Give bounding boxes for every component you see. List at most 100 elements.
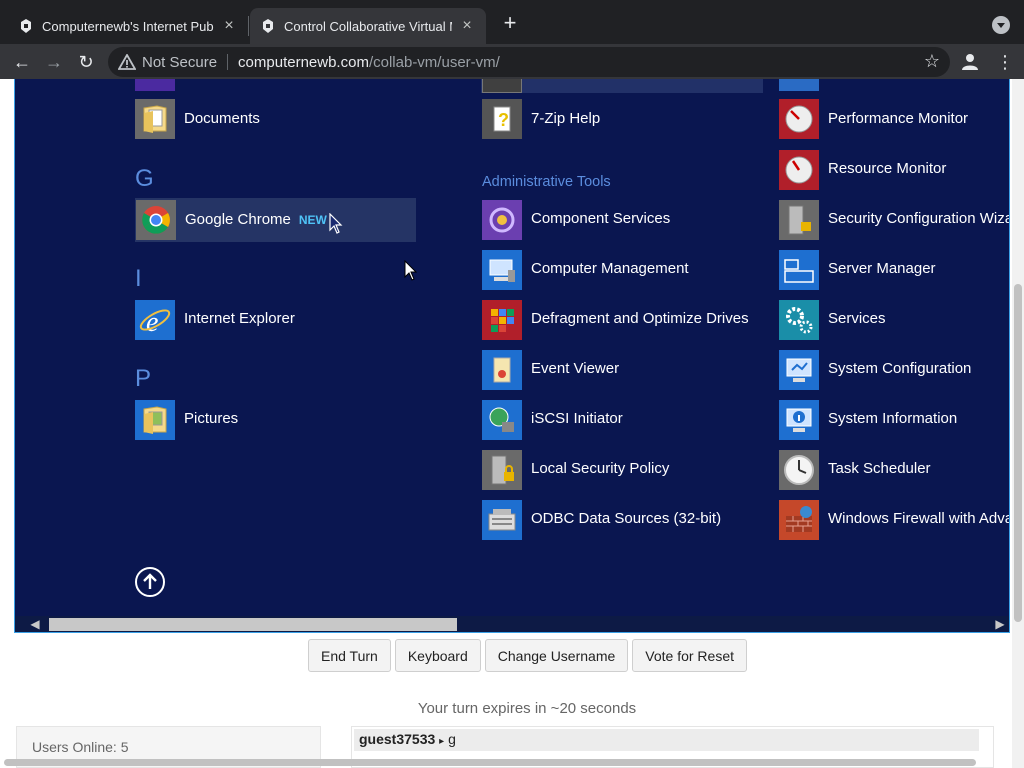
- chat-separator-icon: ▸: [439, 736, 445, 747]
- iscsi-initiator-tile[interactable]: [482, 400, 522, 440]
- users-online-count: Users Online: 5: [32, 739, 129, 755]
- app-label-defragment[interactable]: Defragment and Optimize Drives: [531, 310, 749, 327]
- computernewb-favicon-icon: [263, 19, 273, 33]
- keyboard-button[interactable]: Keyboard: [394, 639, 481, 672]
- account-avatar-icon[interactable]: [960, 52, 980, 72]
- address-bar[interactable]: Not Secure computernewb.com/collab-vm/us…: [108, 47, 950, 77]
- app-label-windows-firewall[interactable]: Windows Firewall with Advanced Security: [828, 510, 1009, 527]
- defragment-tile[interactable]: [482, 300, 522, 340]
- warning-triangle-icon: [118, 54, 136, 70]
- back-arrow-icon[interactable]: ←: [10, 50, 34, 74]
- vote-for-reset-button[interactable]: Vote for Reset: [632, 639, 747, 672]
- services-tile[interactable]: [779, 300, 819, 340]
- app-label-resource-monitor[interactable]: Resource Monitor: [828, 160, 946, 177]
- app-label-performance-monitor[interactable]: Performance Monitor: [828, 110, 968, 127]
- app-label-iscsi-initiator[interactable]: iSCSI Initiator: [531, 410, 623, 427]
- scroll-right-arrow-icon[interactable]: ▶: [990, 616, 1009, 632]
- resource-monitor-icon: [785, 156, 813, 184]
- vm-horizontal-scrollbar[interactable]: ◀ ▶: [15, 616, 1009, 632]
- computer-management-icon: [489, 259, 515, 282]
- help-file-icon: ?: [493, 106, 511, 132]
- change-username-button[interactable]: Change Username: [484, 639, 629, 672]
- app-label-documents[interactable]: Documents: [184, 110, 260, 127]
- partial-app-tile[interactable]: [482, 79, 522, 93]
- app-label-odbc[interactable]: ODBC Data Sources (32-bit): [531, 510, 721, 527]
- page-scrollbar-thumb[interactable]: [1014, 284, 1022, 622]
- app-label-system-configuration[interactable]: System Configuration: [828, 360, 971, 377]
- event-viewer-tile[interactable]: [482, 350, 522, 390]
- component-services-tile[interactable]: [482, 200, 522, 240]
- app-label-internet-explorer[interactable]: Internet Explorer: [184, 310, 295, 327]
- app-label-security-configuration-wizard[interactable]: Security Configuration Wizard: [828, 210, 1009, 227]
- group-title-administrative-tools[interactable]: Administrative Tools: [482, 174, 611, 190]
- 7zip-help-tile[interactable]: ?: [482, 99, 522, 139]
- app-label-local-security-policy[interactable]: Local Security Policy: [531, 460, 669, 477]
- task-scheduler-icon: [784, 455, 814, 485]
- documents-tile[interactable]: [135, 99, 175, 139]
- performance-monitor-icon: [785, 105, 813, 133]
- end-turn-button[interactable]: End Turn: [308, 639, 391, 672]
- defragment-icon: [491, 309, 514, 332]
- browser-menu-icon[interactable]: ⋮: [996, 50, 1014, 74]
- task-scheduler-tile[interactable]: [779, 450, 819, 490]
- browser-tab-strip: Computernewb's Internet Pub × Control Co…: [0, 0, 1024, 44]
- section-letter-p[interactable]: P: [135, 365, 151, 393]
- computer-management-tile[interactable]: [482, 250, 522, 290]
- windows-firewall-tile[interactable]: [779, 500, 819, 540]
- browser-tab-collabvm[interactable]: Control Collaborative Virtual M ×: [250, 8, 486, 44]
- app-label-text: Google Chrome: [185, 211, 291, 228]
- app-label-pictures[interactable]: Pictures: [184, 410, 238, 427]
- app-label-server-manager[interactable]: Server Manager: [828, 260, 936, 277]
- vm-display-frame: Documents G Google Chrome NEW I e Interne…: [14, 79, 1010, 633]
- chat-message: guest37533 ▸ g: [354, 729, 979, 751]
- google-chrome-tile[interactable]: [136, 200, 176, 240]
- iscsi-icon: [489, 407, 514, 432]
- app-label-services[interactable]: Services: [828, 310, 886, 327]
- security-configuration-wizard-tile[interactable]: [779, 200, 819, 240]
- app-label-component-services[interactable]: Component Services: [531, 210, 670, 227]
- local-security-policy-tile[interactable]: [482, 450, 522, 490]
- reload-icon[interactable]: ↻: [74, 50, 98, 74]
- page-horizontal-scrollbar[interactable]: [0, 756, 1010, 768]
- url-divider: [227, 54, 229, 70]
- page-vertical-scrollbar[interactable]: [1012, 79, 1024, 768]
- partial-app-tile[interactable]: [779, 79, 819, 91]
- partial-selected-row[interactable]: [481, 79, 763, 93]
- forward-arrow-icon[interactable]: →: [42, 50, 66, 74]
- close-tab-icon[interactable]: ×: [458, 17, 476, 35]
- new-tab-button[interactable]: +: [498, 12, 522, 36]
- tab-search-chevron-icon[interactable]: [992, 16, 1010, 34]
- scroll-left-arrow-icon[interactable]: ◀: [25, 616, 45, 632]
- app-label-event-viewer[interactable]: Event Viewer: [531, 360, 619, 377]
- chrome-icon: [142, 206, 170, 234]
- browser-toolbar: ← → ↻ Not Secure computernewb.com/collab…: [0, 44, 1024, 79]
- folder-icon: [143, 406, 167, 434]
- system-configuration-tile[interactable]: [779, 350, 819, 390]
- scroll-up-arrow-icon[interactable]: [135, 567, 165, 597]
- vm-scrollbar-thumb[interactable]: [49, 618, 457, 631]
- app-label-google-chrome[interactable]: Google Chrome NEW: [185, 211, 327, 228]
- not-secure-label[interactable]: Not Secure: [142, 54, 217, 71]
- page-horizontal-scrollbar-thumb[interactable]: [4, 759, 976, 766]
- resource-monitor-tile[interactable]: [779, 150, 819, 190]
- bookmark-star-icon[interactable]: ☆: [924, 51, 940, 72]
- app-label-computer-management[interactable]: Computer Management: [531, 260, 689, 277]
- app-label-7zip-help[interactable]: 7-Zip Help: [531, 110, 600, 127]
- chat-username: guest37533: [359, 731, 436, 747]
- internet-explorer-tile[interactable]: e: [135, 300, 175, 340]
- system-information-tile[interactable]: [779, 400, 819, 440]
- partial-app-tile[interactable]: [135, 79, 175, 91]
- vm-screen[interactable]: Documents G Google Chrome NEW I e Interne…: [15, 79, 1009, 616]
- section-letter-g[interactable]: G: [135, 165, 154, 193]
- pictures-tile[interactable]: [135, 400, 175, 440]
- folder-icon: [143, 105, 167, 133]
- section-letter-i[interactable]: I: [135, 265, 142, 293]
- server-manager-tile[interactable]: [779, 250, 819, 290]
- app-label-task-scheduler[interactable]: Task Scheduler: [828, 460, 931, 477]
- performance-monitor-tile[interactable]: [779, 99, 819, 139]
- app-label-system-information[interactable]: System Information: [828, 410, 957, 427]
- new-badge: NEW: [298, 213, 327, 227]
- browser-tab-computernewb[interactable]: Computernewb's Internet Pub ×: [8, 8, 248, 44]
- odbc-tile[interactable]: [482, 500, 522, 540]
- close-tab-icon[interactable]: ×: [220, 17, 238, 35]
